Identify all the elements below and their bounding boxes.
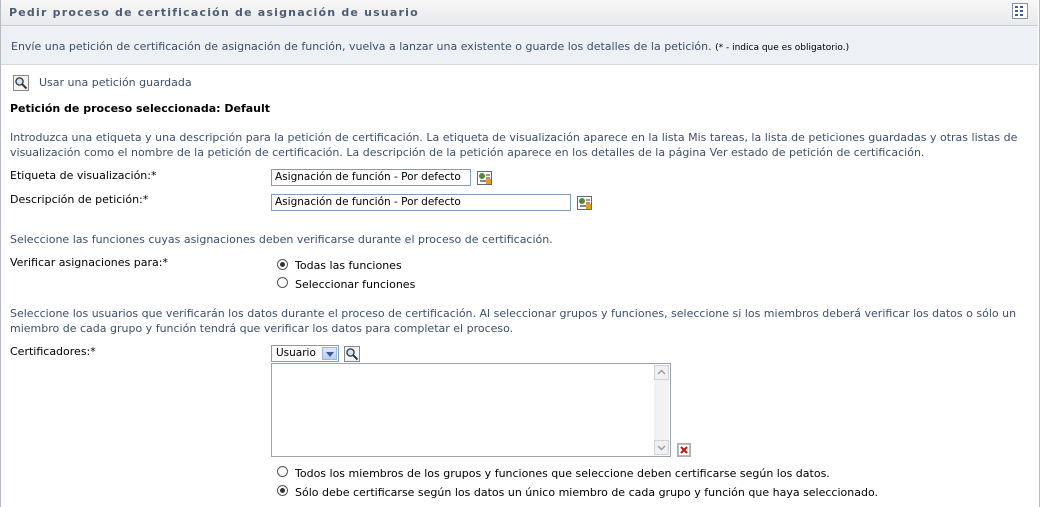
panel-header: Pedir proceso de certificación de asigna… [1, 0, 1038, 26]
certifiers-label: Certificadores:* [10, 345, 96, 358]
roles-section-text: Seleccione las funciones cuyas asignacio… [10, 233, 553, 246]
radio-all-members[interactable] [277, 466, 288, 477]
listbox-scrollbar[interactable] [654, 365, 669, 455]
use-saved-request-link[interactable]: Usar una petición guardada [39, 76, 192, 89]
selected-process-label: Petición de proceso seleccionada: Defaul… [10, 102, 271, 115]
required-note: (* - indica que es obligatorio.) [715, 43, 850, 53]
display-label-input[interactable]: Asignación de función - Por defecto [271, 169, 471, 186]
delete-x-icon[interactable] [677, 443, 691, 457]
panel-title: Pedir proceso de certificación de asigna… [9, 6, 419, 19]
verify-label: Verificar asignaciones para:* [10, 256, 168, 269]
description-input[interactable]: Asignación de función - Por defecto [271, 194, 571, 211]
radio-select-roles[interactable] [277, 277, 288, 288]
chevron-down-icon[interactable] [322, 347, 337, 360]
radio-all-members-label: Todos los miembros de los grupos y funci… [295, 467, 830, 480]
radio-all-roles-label: Todas las funciones [295, 259, 402, 272]
scroll-up-icon[interactable] [654, 365, 669, 380]
radio-select-roles-label: Seleccionar funciones [295, 278, 416, 291]
magnifier-icon[interactable] [13, 75, 29, 91]
radio-one-member[interactable] [277, 485, 288, 496]
radio-one-member-label: Sólo debe certificarse según los datos u… [295, 486, 878, 499]
display-label-label: Etiqueta de visualización:* [10, 169, 157, 182]
certifier-type-value: Usuario [276, 347, 316, 359]
magnifier-icon[interactable] [344, 346, 360, 362]
info-text: Envíe una petición de certificación de a… [11, 40, 850, 53]
certifier-type-select[interactable]: Usuario [271, 345, 339, 362]
scroll-down-icon[interactable] [654, 440, 669, 455]
certifiers-listbox[interactable] [271, 363, 671, 457]
radio-all-roles[interactable] [277, 259, 288, 270]
intro-text: Introduzca una etiqueta y una descripció… [10, 131, 1018, 159]
grid-menu-icon[interactable] [1012, 3, 1028, 19]
info-bar: Envíe una petición de certificación de a… [1, 26, 1038, 65]
edit-localized-icon[interactable] [577, 195, 593, 211]
description-label: Descripción de petición:* [10, 193, 149, 206]
users-section-text: Seleccione los usuarios que verificarán … [10, 307, 1017, 335]
edit-localized-icon[interactable] [477, 170, 493, 186]
